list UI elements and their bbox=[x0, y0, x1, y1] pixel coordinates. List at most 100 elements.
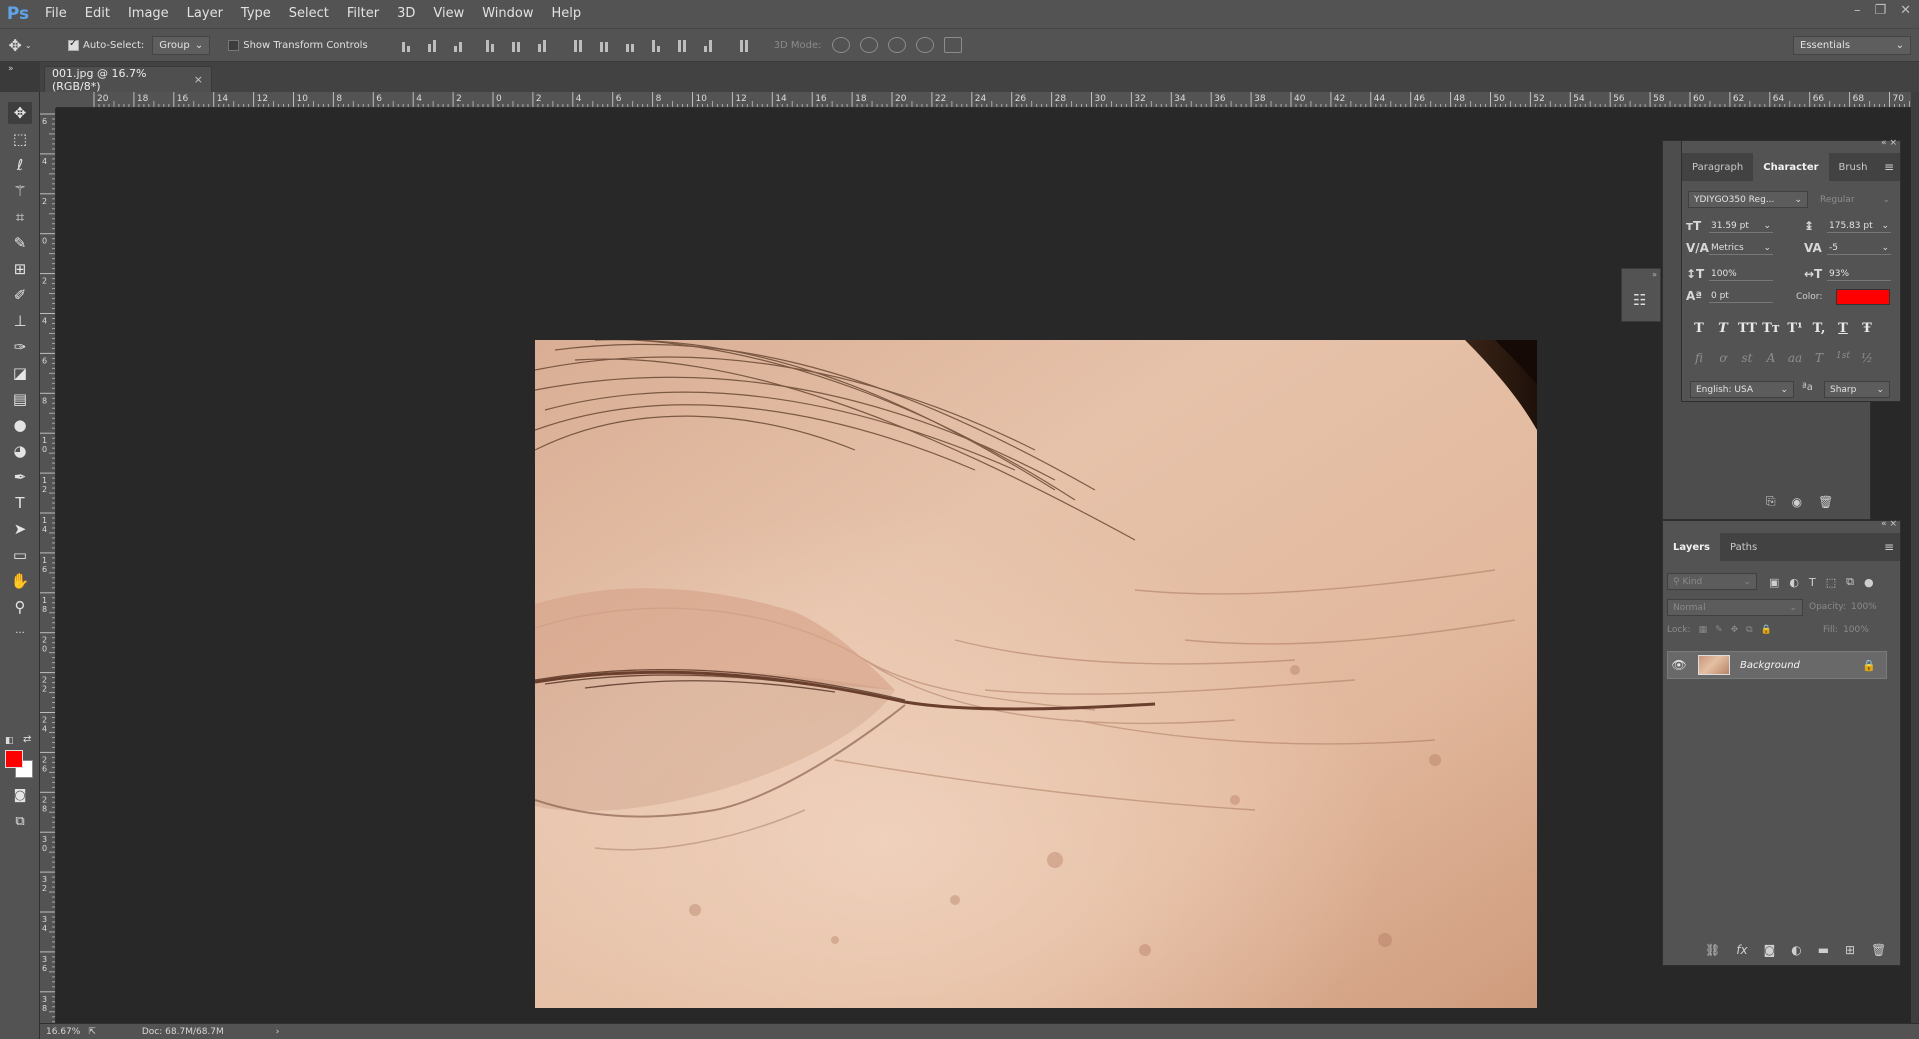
foreground-color-swatch[interactable] bbox=[5, 750, 23, 768]
vertical-ruler[interactable]: 64202468101214161820222426283032343638 bbox=[40, 108, 56, 1023]
lock-all-icon[interactable]: 🔒 bbox=[1761, 625, 1772, 635]
opacity-field[interactable]: Opacity: 100% bbox=[1809, 602, 1877, 612]
lasso-tool-icon[interactable]: ℓ bbox=[8, 154, 32, 176]
align-vcenter-icon[interactable] bbox=[424, 38, 440, 52]
3d-roll-icon[interactable] bbox=[859, 37, 878, 53]
healing-brush-tool-icon[interactable]: ⊞ bbox=[8, 258, 32, 280]
close-button[interactable]: ✕ bbox=[1900, 3, 1911, 18]
swap-colors-icon[interactable]: ⇄ bbox=[23, 734, 31, 745]
blur-tool-icon[interactable]: ● bbox=[8, 414, 32, 436]
filter-type-icon[interactable]: T bbox=[1809, 576, 1816, 589]
menu-window[interactable]: Window bbox=[473, 0, 542, 28]
stylistic-alternates-button[interactable]: A bbox=[1762, 351, 1780, 365]
clone-stamp-tool-icon[interactable]: ⊥ bbox=[8, 310, 32, 332]
distribute-right-icon[interactable] bbox=[700, 38, 716, 52]
align-right-icon[interactable] bbox=[534, 38, 550, 52]
3d-drag-icon[interactable] bbox=[887, 37, 906, 53]
distribute-left-icon[interactable] bbox=[648, 38, 664, 52]
folder-icon[interactable]: ▬ bbox=[1818, 943, 1829, 957]
language-dropdown[interactable]: English: USA ⌄ bbox=[1690, 381, 1794, 398]
leading-field[interactable]: ↨ 175.83 pt ⌄ bbox=[1804, 219, 1891, 233]
lock-position-icon[interactable]: ✥ bbox=[1731, 625, 1739, 635]
menu-3d[interactable]: 3D bbox=[388, 0, 424, 28]
canvas-area[interactable] bbox=[56, 108, 1662, 1023]
align-top-icon[interactable] bbox=[398, 38, 414, 52]
3d-scale-icon[interactable] bbox=[943, 37, 962, 53]
menu-help[interactable]: Help bbox=[543, 0, 591, 28]
underline-button[interactable]: T bbox=[1834, 321, 1852, 336]
horizontal-ruler[interactable]: 20 18 16 14 12 10 8 6 4 2 0 2 4 6 8 10 12 14 16 18 20 22 24 26 2… bbox=[56, 92, 1911, 108]
panel-collapse-icon[interactable]: « × bbox=[1881, 519, 1897, 529]
fx-icon[interactable]: fx bbox=[1736, 943, 1747, 957]
distribute-vcenter-icon[interactable] bbox=[596, 38, 612, 52]
fill-field[interactable]: Fill: 100% bbox=[1823, 625, 1869, 635]
crop-tool-icon[interactable]: ⌗ bbox=[8, 206, 32, 228]
screen-mode-icon[interactable]: ⧉ bbox=[8, 810, 32, 832]
pen-tool-icon[interactable]: ✒ bbox=[8, 466, 32, 488]
type-tool-icon[interactable]: T bbox=[8, 492, 32, 514]
menu-select[interactable]: Select bbox=[280, 0, 338, 28]
magic-wand-tool-icon[interactable]: ⚚ bbox=[8, 180, 32, 202]
faux-bold-button[interactable]: T bbox=[1690, 321, 1708, 336]
close-tab-icon[interactable]: × bbox=[194, 73, 203, 86]
horizontal-scale-field[interactable]: ↔T 93% bbox=[1804, 267, 1891, 281]
blend-mode-dropdown[interactable]: Normal ⌄ bbox=[1667, 599, 1803, 616]
tab-layers[interactable]: Layers bbox=[1663, 533, 1720, 561]
layer-filter-dropdown[interactable]: ⚲ Kind ⌄ bbox=[1667, 573, 1757, 590]
layer-name[interactable]: Background bbox=[1740, 660, 1800, 671]
hand-tool-icon[interactable]: ✋ bbox=[8, 570, 32, 592]
menu-image[interactable]: Image bbox=[119, 0, 178, 28]
toolbar-collapse-strip[interactable]: » bbox=[0, 62, 40, 92]
faux-italic-button[interactable]: T bbox=[1714, 321, 1732, 336]
panel-collapse-icon[interactable]: « × bbox=[1881, 138, 1897, 148]
filter-toggle-icon[interactable]: ● bbox=[1864, 576, 1874, 589]
tab-brush[interactable]: Brush bbox=[1829, 153, 1878, 181]
path-selection-tool-icon[interactable]: ➤ bbox=[8, 518, 32, 540]
baseline-shift-field[interactable]: Aª 0 pt bbox=[1686, 289, 1773, 303]
zoom-tool-icon[interactable]: ⚲ bbox=[8, 596, 32, 618]
move-tool-icon[interactable]: ✥ bbox=[8, 102, 32, 124]
trash-icon[interactable]: 🗑 bbox=[1871, 943, 1886, 957]
distribute-bottom-icon[interactable] bbox=[622, 38, 638, 52]
menu-view[interactable]: View bbox=[424, 0, 473, 28]
menu-file[interactable]: File bbox=[36, 0, 76, 28]
eyedropper-tool-icon[interactable]: ✎ bbox=[8, 232, 32, 254]
menu-filter[interactable]: Filter bbox=[338, 0, 388, 28]
link-icon[interactable]: ⛓ bbox=[1705, 943, 1720, 957]
fractions-button[interactable]: ½ bbox=[1858, 351, 1876, 365]
menu-type[interactable]: Type bbox=[232, 0, 280, 28]
font-family-dropdown[interactable]: YDIYGO350 Reg... ⌄ bbox=[1688, 191, 1808, 208]
all-caps-button[interactable]: TT bbox=[1738, 321, 1757, 336]
distribute-top-icon[interactable] bbox=[570, 38, 586, 52]
3d-rotate-icon[interactable] bbox=[831, 37, 850, 53]
auto-align-icon[interactable] bbox=[736, 38, 752, 52]
tab-paragraph[interactable]: Paragraph bbox=[1682, 153, 1753, 181]
layer-row[interactable]: 👁 Background 🔒 bbox=[1667, 651, 1887, 679]
new-snapshot-icon[interactable]: ⎘ bbox=[1766, 494, 1776, 509]
contextual-alternates-button[interactable]: T bbox=[1810, 351, 1828, 365]
text-color-field[interactable]: Color: bbox=[1796, 289, 1891, 305]
align-left-icon[interactable] bbox=[482, 38, 498, 52]
share-icon[interactable]: ⇱ bbox=[88, 1027, 96, 1037]
3d-slide-icon[interactable] bbox=[915, 37, 934, 53]
history-brush-tool-icon[interactable]: ✑ bbox=[8, 336, 32, 358]
trash-icon[interactable]: 🗑 bbox=[1818, 495, 1833, 509]
swash-button[interactable]: st bbox=[1738, 351, 1756, 365]
tab-paths[interactable]: Paths bbox=[1720, 533, 1767, 561]
adjustment-icon[interactable]: ◐ bbox=[1791, 943, 1801, 957]
menu-layer[interactable]: Layer bbox=[178, 0, 232, 28]
align-hcenter-icon[interactable] bbox=[508, 38, 524, 52]
move-tool-preset-icon[interactable]: ✥ ⌄ bbox=[0, 36, 40, 55]
superscript-button[interactable]: T¹ bbox=[1786, 321, 1804, 336]
lock-pixels-icon[interactable]: ✎ bbox=[1715, 625, 1723, 635]
restore-button[interactable]: ❐ bbox=[1874, 3, 1886, 18]
auto-select-checkbox[interactable]: Auto-Select: bbox=[68, 38, 144, 51]
document-tab[interactable]: 001.jpg @ 16.7% (RGB/8*) × bbox=[44, 66, 212, 93]
subscript-button[interactable]: T, bbox=[1810, 321, 1828, 336]
status-menu-arrow[interactable]: › bbox=[276, 1027, 280, 1037]
gradient-tool-icon[interactable]: ▤ bbox=[8, 388, 32, 410]
expand-dock-icon[interactable]: » bbox=[1652, 270, 1657, 279]
vertical-scale-field[interactable]: ↕T 100% bbox=[1686, 267, 1773, 281]
default-colors-icon[interactable]: ◧ bbox=[5, 736, 14, 746]
mask-icon[interactable]: ◙ bbox=[1764, 943, 1776, 957]
